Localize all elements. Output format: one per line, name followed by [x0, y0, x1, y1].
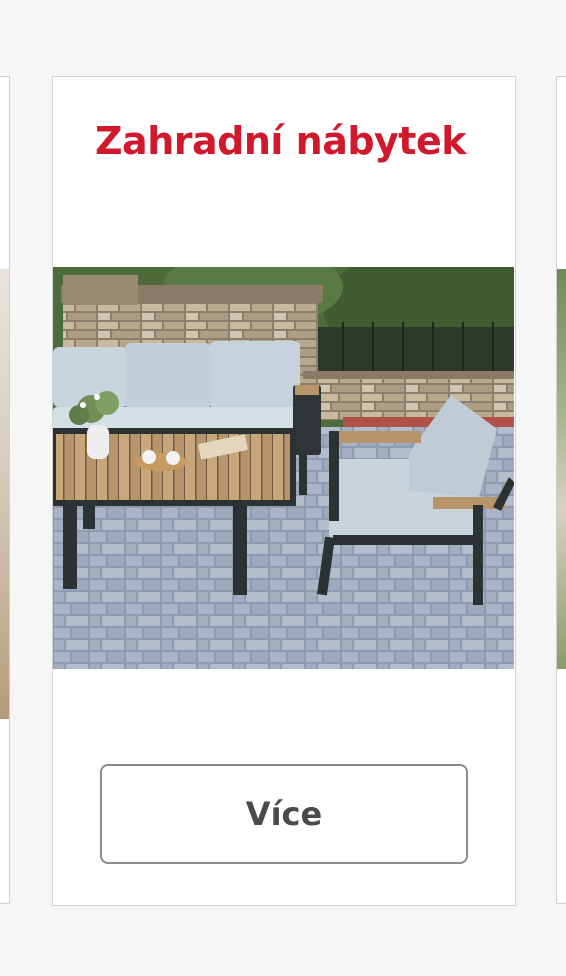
garden-furniture-image[interactable]	[53, 267, 514, 669]
category-title: Zahradní nábytek	[95, 119, 467, 163]
next-card-image	[557, 269, 566, 669]
previous-card-image	[0, 269, 9, 719]
more-button[interactable]: Více	[100, 764, 468, 864]
category-carousel: Zahradní nábytek Více	[0, 0, 566, 976]
carousel-card-previous[interactable]	[0, 76, 10, 904]
category-card: Zahradní nábytek Více	[52, 76, 516, 906]
carousel-card-next[interactable]	[556, 76, 566, 904]
